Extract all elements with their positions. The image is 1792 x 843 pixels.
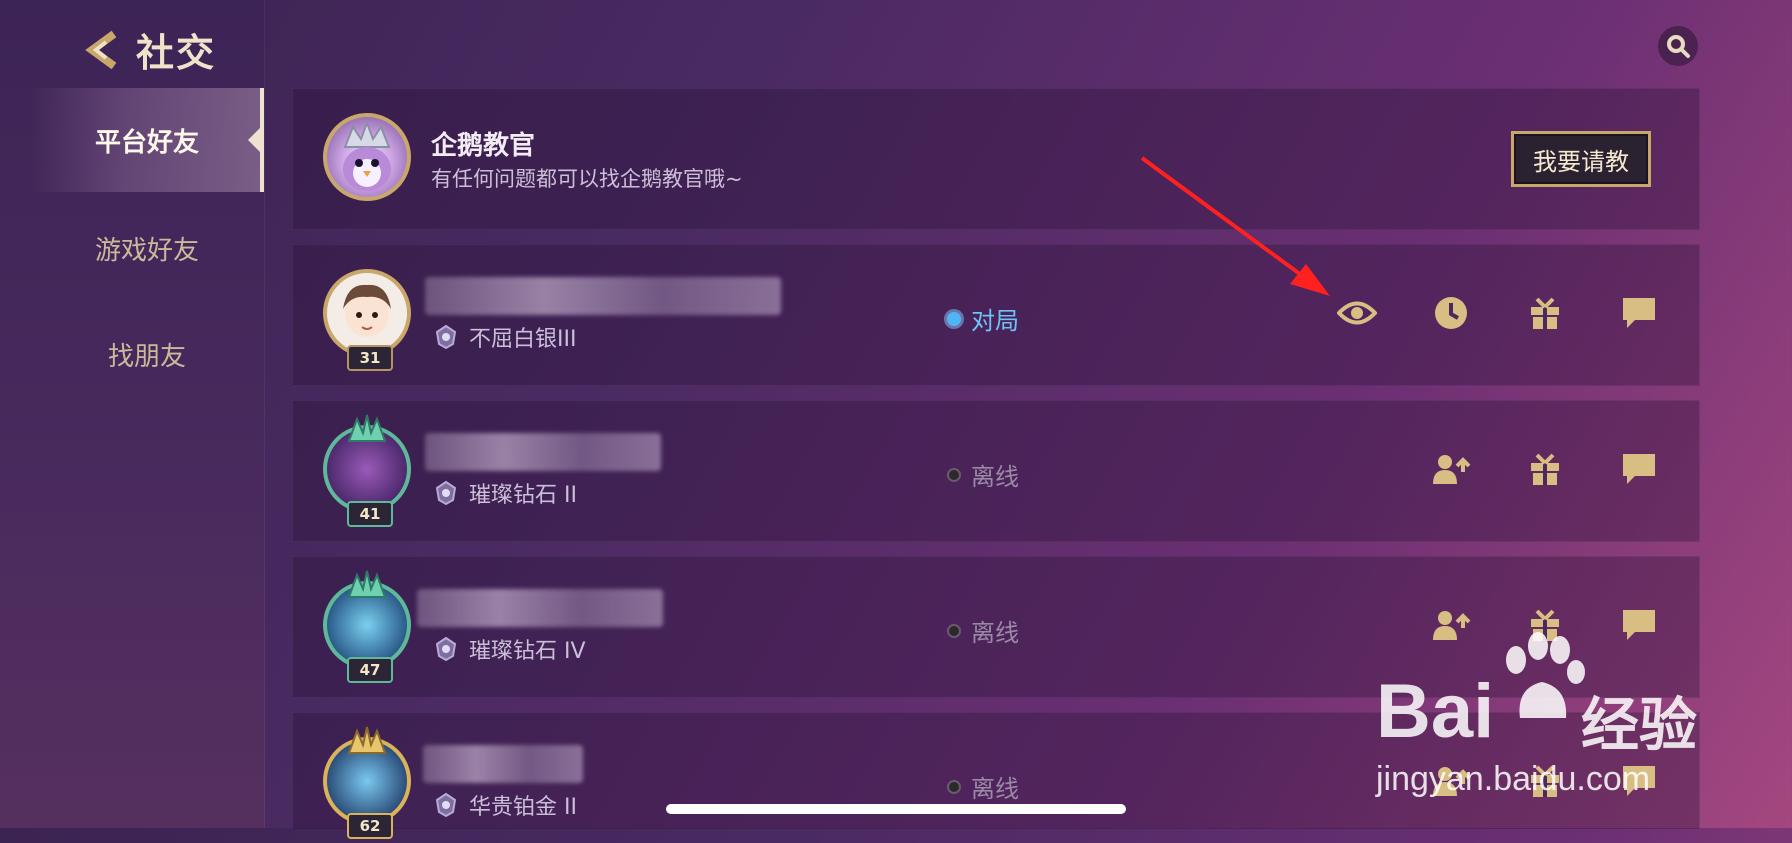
level-badge: 47 (347, 657, 393, 683)
avatar-frame: 62 (319, 726, 415, 843)
friend-row[interactable]: 41 璀璨钻石 II 离线 (292, 400, 1700, 542)
avatar-frame: 31 (319, 265, 415, 375)
ask-help-button[interactable]: 我要请教 (1511, 131, 1651, 187)
bot-name: 企鹅教官 (431, 131, 536, 161)
rank-label: 不屈白银III (469, 327, 577, 352)
watermark: Bai 经验 jingyan.baidu.com (1376, 628, 1786, 818)
level-badge: 31 (347, 345, 393, 371)
status-label: 离线 (971, 619, 1019, 647)
eye-icon (1337, 301, 1377, 325)
rank-label: 璀璨钻石 II (469, 483, 577, 508)
rank-emblem-icon (435, 792, 457, 818)
status-dot (947, 623, 961, 638)
level-badge: 41 (347, 501, 393, 527)
sidebar-item-game-friends[interactable]: 游戏好友 (30, 196, 264, 300)
gift-button[interactable] (1525, 293, 1565, 333)
blurred-name (423, 745, 583, 783)
avatar (323, 269, 411, 357)
rank-emblem-icon (435, 636, 457, 662)
diamond-frame-icon (347, 414, 387, 442)
back-button[interactable]: 社交 (84, 22, 216, 77)
chat-icon (1623, 298, 1655, 328)
gift-icon (1531, 297, 1559, 329)
gift-button[interactable] (1525, 449, 1565, 489)
row-actions (1431, 449, 1659, 489)
chat-button[interactable] (1619, 449, 1659, 489)
search-icon (1667, 35, 1690, 58)
sidebar-item-label: 游戏好友 (94, 235, 199, 266)
penguin-icon (343, 120, 391, 191)
diamond-frame-icon (347, 570, 387, 598)
blurred-name (425, 433, 661, 471)
row-actions (1337, 293, 1659, 333)
penguin-coach-card: 企鹅教官 有任何问题都可以找企鹅教官哦~ 我要请教 (292, 88, 1700, 230)
status: 离线 (947, 457, 1019, 492)
avatar (323, 113, 411, 201)
add-friend-button[interactable] (1431, 449, 1471, 489)
rank-label: 璀璨钻石 IV (469, 639, 586, 664)
rank: 璀璨钻石 II (433, 477, 577, 509)
add-friend-icon (1433, 455, 1471, 484)
blurred-name (417, 589, 663, 627)
platinum-frame-icon (347, 726, 387, 754)
status-label: 离线 (971, 463, 1019, 491)
sidebar-item-label: 找朋友 (107, 341, 186, 372)
status-dot (947, 311, 961, 326)
watermark-url: jingyan.baidu.com (1376, 760, 1651, 798)
watermark-label: 经验 (1581, 691, 1698, 759)
status: 对局 (947, 301, 1019, 336)
active-notch (248, 128, 260, 152)
status: 离线 (947, 613, 1019, 648)
sidebar: 社交 平台好友 游戏好友 找朋友 (0, 0, 265, 828)
avatar-frame: 47 (319, 570, 415, 687)
rank-emblem-icon (435, 324, 457, 350)
bot-description: 有任何问题都可以找企鹅教官哦~ (431, 167, 743, 191)
gift-icon (1531, 453, 1559, 485)
chat-button[interactable] (1619, 293, 1659, 333)
sidebar-item-find-friends[interactable]: 找朋友 (30, 302, 264, 406)
paw-logo-icon (1506, 632, 1585, 718)
home-indicator[interactable] (666, 804, 1126, 814)
active-indicator (260, 88, 264, 192)
clock-icon (1435, 297, 1467, 329)
status-label: 对局 (971, 307, 1019, 335)
sidebar-item-platform-friends[interactable]: 平台好友 (30, 88, 264, 192)
history-button[interactable] (1431, 293, 1471, 333)
rank: 不屈白银III (433, 321, 576, 353)
rank: 华贵铂金 II (433, 789, 577, 821)
page-title: 社交 (136, 31, 217, 75)
back-chevron-icon (85, 30, 117, 69)
status-dot (947, 467, 961, 482)
search-button[interactable] (1658, 26, 1698, 66)
rank-emblem-icon (435, 480, 457, 506)
avatar-frame: 41 (319, 414, 415, 531)
girl-avatar-icon (343, 284, 391, 337)
spectate-button[interactable] (1337, 293, 1377, 333)
rank-label: 华贵铂金 II (469, 795, 577, 820)
watermark-brand: Bai (1376, 669, 1495, 754)
level-badge: 62 (347, 813, 393, 839)
blurred-name (425, 277, 781, 315)
rank: 璀璨钻石 IV (433, 633, 586, 665)
status-label: 离线 (971, 775, 1019, 803)
status: 离线 (947, 769, 1019, 804)
friend-row[interactable]: 31 不屈白银III 对局 (292, 244, 1700, 386)
chat-icon (1623, 454, 1655, 484)
sidebar-item-label: 平台好友 (94, 127, 199, 158)
status-dot (947, 779, 961, 794)
